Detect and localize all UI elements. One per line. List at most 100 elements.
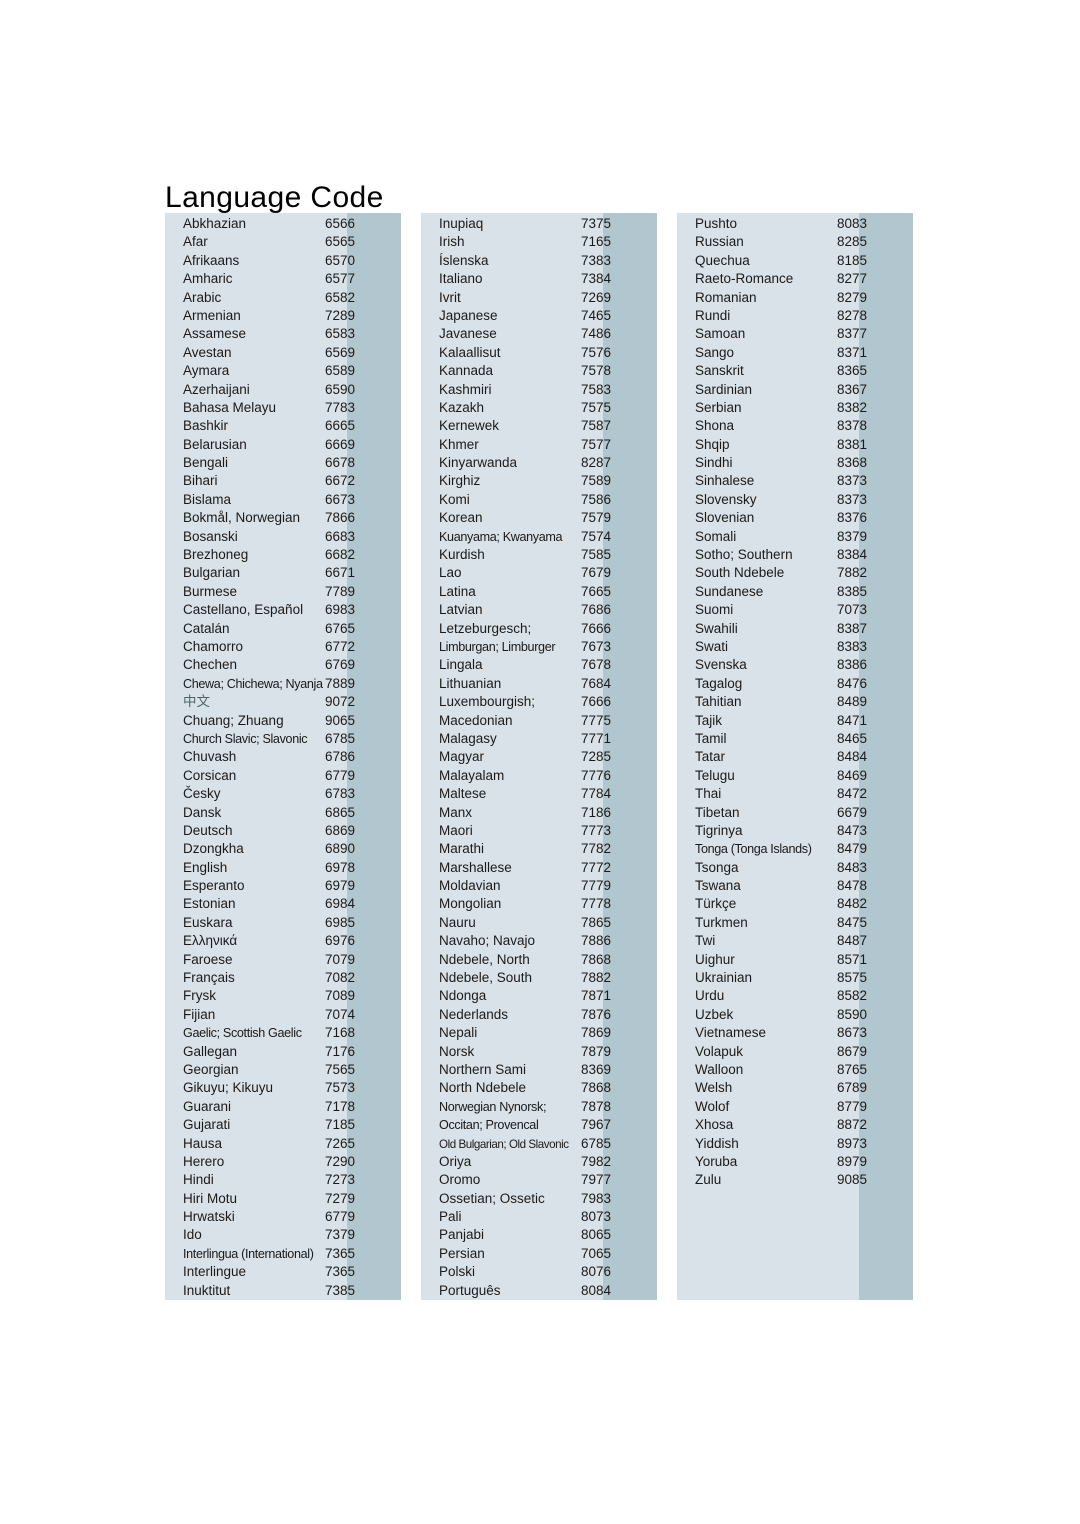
language-name: Faroese [183,951,233,967]
table-row: Norsk 7879 [421,1043,657,1061]
table-row: Telugu 8469 [677,767,913,785]
table-row: Azerhaijani 6590 [165,381,401,399]
table-row: Northern Sami 8369 [421,1061,657,1079]
table-row: Slovensky 8373 [677,491,913,509]
language-name: Kannada [439,363,494,379]
table-row: Euskara 6985 [165,914,401,932]
table-row: Kashmiri 7583 [421,381,657,399]
language-name: Maltese [439,786,487,802]
language-name: Türkçe [695,896,737,912]
table-row: Ελληνικά 6976 [165,932,401,950]
table-row: Armenian 7289 [165,307,401,325]
table-row: Russian 8285 [677,233,913,251]
language-code: 7773 [581,822,612,838]
table-row: Yiddish 8973 [677,1135,913,1153]
language-name: Maori [439,822,473,838]
language-code: 6976 [325,933,356,949]
table-row: English 6978 [165,859,401,877]
table-row: Aymara 6589 [165,362,401,380]
language-code: 8465 [837,730,868,746]
language-name: Welsh [695,1080,733,1096]
table-row: Tibetan 6679 [677,804,913,822]
language-code-table: Abkhazian 6566 Afar 6565 Afrikaans 6570 Amhari… [165,213,915,1301]
language-name: Chuang; Zhuang [183,712,284,728]
language-name: Hausa [183,1135,223,1151]
language-name: Pushto [695,216,738,231]
language-name: Česky [183,786,221,802]
table-row: Latina 7665 [421,583,657,601]
language-code: 8779 [837,1098,868,1114]
language-code: 8469 [837,767,868,783]
language-name: Uighur [695,951,735,967]
table-row: Thai 8472 [677,785,913,803]
language-name: Tahitian [695,694,742,710]
table-row: Sango 8371 [677,344,913,362]
language-name: Français [183,970,235,986]
language-name: Panjabi [439,1227,485,1243]
table-row: Kurdish 7585 [421,546,657,564]
language-name: 中文 [183,694,210,710]
table-row: Bengali 6678 [165,454,401,472]
language-name: Italiano [439,271,483,287]
language-code: 8473 [837,822,868,838]
table-row: Mongolian 7778 [421,895,657,913]
table-row: Tagalog 8476 [677,675,913,693]
table-row: Kannada 7578 [421,362,657,380]
language-code: 8582 [837,988,868,1004]
language-name: Avestan [183,344,232,360]
table-row: Occitan; Provencal 7967 [421,1116,657,1134]
language-code: 7289 [325,307,356,323]
language-code: 7789 [325,583,356,599]
language-name: Oriya [439,1153,472,1169]
language-code: 7585 [581,547,612,563]
table-row: Norwegian Nynorsk; 7878 [421,1098,657,1116]
language-code: 8368 [837,455,868,471]
table-row: Letzeburgesch; 7666 [421,620,657,638]
language-name: Moldavian [439,878,501,894]
language-name: Tsonga [695,859,739,875]
language-code: 7384 [581,271,612,287]
language-name: Assamese [183,326,247,342]
language-name: Ndonga [439,988,487,1004]
language-name: Volapuk [695,1043,744,1059]
language-code: 8478 [837,878,868,894]
table-row: Tahitian 8489 [677,693,913,711]
document-page: Language Code Abkhazian 6566 Afar 6565 Afrik… [0,0,1080,1524]
table-row: Lao 7679 [421,564,657,582]
language-name: North Ndebele [439,1080,527,1096]
table-row: Maori 7773 [421,822,657,840]
language-name: Chechen [183,657,238,673]
table-row: Kuanyama; Kwanyama 7574 [421,528,657,546]
language-code: 7290 [325,1153,356,1169]
language-name: Sindhi [695,455,733,471]
language-name: Occitan; Provencal [439,1118,539,1133]
table-row: Kalaallisut 7576 [421,344,657,362]
table-row: Samoan 8377 [677,325,913,343]
table-row: Maltese 7784 [421,785,657,803]
language-name: Sundanese [695,583,764,599]
table-row: Avestan 6569 [165,344,401,362]
language-name: Abkhazian [183,216,247,231]
table-row: Tamil 8465 [677,730,913,748]
language-name: Limburgan; Limburger [439,639,556,654]
table-row: Volapuk 8679 [677,1043,913,1061]
language-name: Tibetan [695,804,740,820]
table-row: Deutsch 6869 [165,822,401,840]
language-name: Tatar [695,749,726,765]
language-code: 8373 [837,491,868,507]
language-name: Corsican [183,767,237,783]
language-name: Walloon [695,1061,744,1077]
language-name: Dzongkha [183,841,244,857]
language-code: 7269 [581,289,612,305]
language-name: Lingala [439,657,483,673]
language-code: 8765 [837,1061,868,1077]
language-code: 6789 [837,1080,868,1096]
language-name: Azerhaijani [183,381,250,397]
language-code: 7579 [581,510,612,526]
table-row: Italiano 7384 [421,270,657,288]
language-code: 8571 [837,951,868,967]
language-name: Kazakh [439,399,485,415]
table-row: Bihari 6672 [165,472,401,490]
language-code: 7775 [581,712,612,728]
language-code: 7889 [325,675,356,691]
